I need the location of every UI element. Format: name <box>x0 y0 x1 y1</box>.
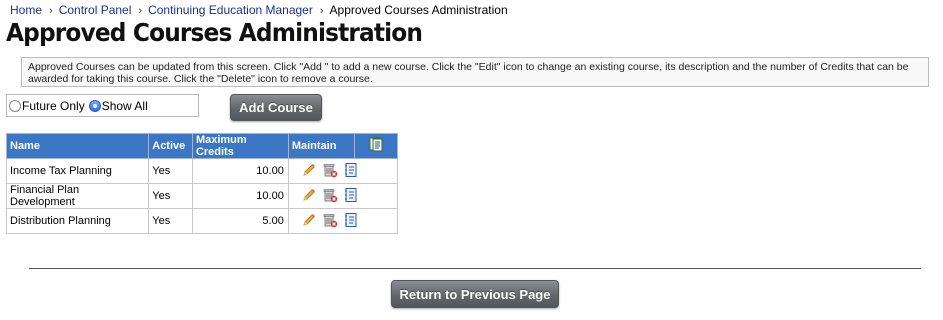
breadcrumb-separator: › <box>138 5 143 17</box>
filter-future-only[interactable]: Future Only <box>9 99 85 113</box>
show-all-label: Show All <box>101 98 148 113</box>
breadcrumb-current: Approved Courses Administration <box>329 3 508 17</box>
table-row: Financial Plan Development Yes 10.00 <box>5 183 399 209</box>
filter-show-all[interactable]: Show All <box>88 98 148 113</box>
cell-maintain <box>287 158 399 184</box>
column-header-max-credits[interactable]: Maximum Credits <box>191 133 289 159</box>
breadcrumb-home-link[interactable]: Home <box>10 3 42 17</box>
show-all-radio[interactable] <box>88 99 101 112</box>
cell-maintain <box>287 183 399 209</box>
trash-delete-icon[interactable] <box>322 187 338 206</box>
table-row: Income Tax Planning Yes 10.00 <box>5 158 399 184</box>
breadcrumb-ce-manager-link[interactable]: Continuing Education Manager <box>148 3 313 17</box>
cell-name: Distribution Planning <box>5 208 150 234</box>
cell-name: Financial Plan Development <box>5 183 150 209</box>
cell-max-credits: 5.00 <box>191 208 289 234</box>
future-only-radio[interactable] <box>9 99 21 112</box>
column-header-name[interactable]: Name <box>5 133 150 159</box>
page-title: Approved Courses Administration <box>6 18 423 47</box>
cell-active: Yes <box>148 158 193 184</box>
trash-delete-icon[interactable] <box>322 212 338 231</box>
breadcrumb: Home › Control Panel › Continuing Education … <box>10 3 508 17</box>
breadcrumb-control-panel-link[interactable]: Control Panel <box>59 3 132 17</box>
cell-maintain <box>287 208 399 234</box>
future-only-label: Future Only <box>22 98 85 113</box>
notebook-details-icon[interactable] <box>343 212 359 231</box>
table-header-row: Name Active Maximum Credits Maintain <box>5 133 399 159</box>
cell-active: Yes <box>148 208 193 234</box>
cell-name: Income Tax Planning <box>5 158 150 184</box>
course-filter: Future Only Show All <box>6 94 199 117</box>
cell-max-credits: 10.00 <box>191 158 289 184</box>
report-icon[interactable] <box>369 137 383 155</box>
notebook-details-icon[interactable] <box>343 187 359 206</box>
column-header-active[interactable]: Active <box>148 133 193 159</box>
add-course-button[interactable]: Add Course <box>230 94 322 121</box>
table-row: Distribution Planning Yes 5.00 <box>5 208 399 234</box>
notebook-details-icon[interactable] <box>343 162 359 181</box>
pencil-edit-icon[interactable] <box>301 212 317 231</box>
pencil-edit-icon[interactable] <box>301 162 317 181</box>
footer-divider <box>29 268 921 269</box>
breadcrumb-separator: › <box>319 5 324 17</box>
column-header-report <box>353 133 399 159</box>
courses-table: Name Active Maximum Credits Maintain Inc… <box>5 133 399 234</box>
breadcrumb-separator: › <box>49 5 53 17</box>
instructions-box: Approved Courses can be updated from thi… <box>21 57 929 87</box>
cell-max-credits: 10.00 <box>191 183 289 209</box>
trash-delete-icon[interactable] <box>322 162 338 181</box>
pencil-edit-icon[interactable] <box>301 187 317 206</box>
cell-active: Yes <box>148 183 193 209</box>
column-header-maintain: Maintain <box>287 133 355 159</box>
return-to-previous-page-button[interactable]: Return to Previous Page <box>391 280 559 308</box>
